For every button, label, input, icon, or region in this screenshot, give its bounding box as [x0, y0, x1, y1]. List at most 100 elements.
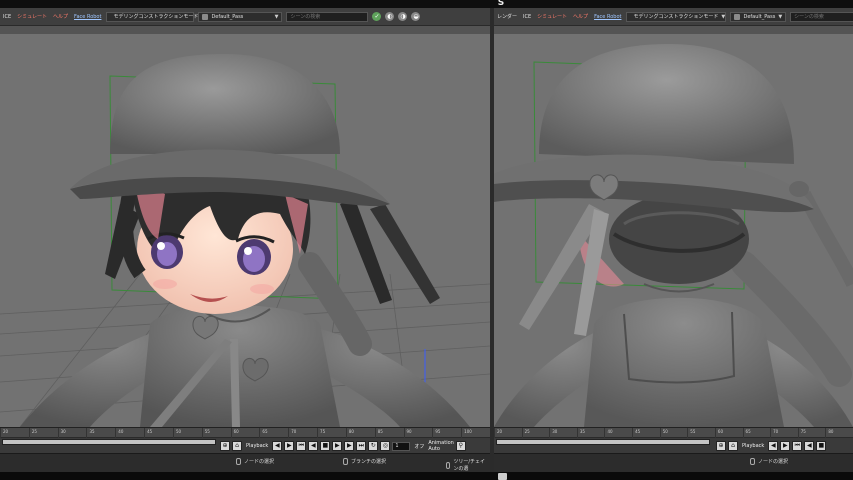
- status-middle-text: ブランチの選択: [351, 459, 387, 465]
- chevron-down-icon: ▼: [721, 13, 726, 20]
- timeline-tick: 75: [317, 428, 325, 438]
- mode-dropdown-value: モデリングコンストラクションモード: [633, 14, 719, 20]
- right-3d-viewport[interactable]: [494, 34, 853, 427]
- fast-forward-icon[interactable]: ⏭: [356, 441, 367, 451]
- status-right-click: ツリー/チェインの選: [446, 458, 490, 472]
- left-timeline[interactable]: 20 25 30 35 40 45 50 55 60 65 70 75 80 85 90 95 100 ⊕ ⌂ …: [0, 427, 490, 453]
- timeline-tick: 20: [0, 428, 8, 438]
- step-back-icon[interactable]: ◀: [308, 441, 319, 451]
- pass-dropdown[interactable]: Default_Pass ▼: [198, 11, 283, 22]
- left-timeline-ruler[interactable]: 20 25 30 35 40 45 50 55 60 65 70 75 80 85 90 95 100: [0, 428, 490, 438]
- stop-icon[interactable]: ■: [816, 441, 827, 451]
- timeline-tick-label: 75: [320, 429, 326, 434]
- status-middle-click: ブランチの選択: [343, 458, 386, 465]
- timeline-tick-label: 20: [3, 429, 9, 434]
- chevron-down-icon: ▼: [274, 13, 279, 20]
- pass-icon: [734, 13, 741, 20]
- timeline-tick: 45: [632, 428, 640, 438]
- timeline-tick-label: 95: [435, 429, 441, 434]
- timeline-tick-label: 60: [233, 429, 239, 434]
- status-left-click: ノードの選択: [750, 458, 788, 465]
- menu-item-ice[interactable]: ICE: [522, 14, 532, 20]
- timeline-tick: 35: [576, 428, 585, 438]
- animation-key-icon[interactable]: ⚲: [455, 441, 466, 451]
- rewind-icon[interactable]: ⏮: [296, 441, 307, 451]
- timeline-tick-label: 70: [773, 429, 779, 434]
- mode-dropdown[interactable]: モデリングコンストラクションモード ▼: [626, 11, 727, 22]
- snap-icon[interactable]: ⊕: [716, 441, 726, 451]
- frame-field[interactable]: 1: [392, 441, 411, 451]
- right-playback-controls: ⊕ ⌂ Playback ◀ ▶ ⏮ ◀ ■: [716, 438, 827, 454]
- scene-search-input[interactable]: [790, 11, 853, 22]
- key-icon[interactable]: ⌂: [728, 441, 738, 451]
- right-viewport-pane: レンダー ICE シミュレート ヘルプ Face Robot モデリングコンスト…: [494, 8, 853, 472]
- timeline-tick-label: 90: [406, 429, 412, 434]
- menu-item-simulate[interactable]: シミュレート: [16, 13, 48, 20]
- timeline-scrub-bar[interactable]: [2, 439, 216, 445]
- mouse-icon: [236, 458, 241, 465]
- menu-item-help[interactable]: ヘルプ: [572, 13, 589, 20]
- timeline-tick-label: 45: [635, 429, 641, 434]
- menu-item-help[interactable]: ヘルプ: [52, 13, 69, 20]
- play-icon[interactable]: ▶: [332, 441, 343, 451]
- step-back-icon[interactable]: ◀: [804, 441, 815, 451]
- rewind-icon[interactable]: ⏮: [792, 441, 803, 451]
- timeline-tick: 80: [345, 428, 354, 438]
- frame-suffix: オフ: [414, 443, 425, 450]
- prev-key-icon[interactable]: ◀: [768, 441, 779, 451]
- mouse-icon: [343, 458, 348, 465]
- timeline-tick: 20: [494, 428, 502, 438]
- timeline-tick: 50: [172, 428, 181, 438]
- menu-item-face-robot[interactable]: Face Robot: [73, 14, 102, 20]
- timeline-tick: 60: [714, 428, 723, 438]
- menu-item-render[interactable]: レンダー: [496, 13, 518, 20]
- auto-label[interactable]: Auto: [428, 446, 454, 452]
- right-timeline-ruler[interactable]: 20 25 30 35 40 45 50 55 60 65 70 75 80: [494, 428, 853, 438]
- right-statusbar: ノードの選択: [494, 453, 853, 472]
- timeline-tick: 25: [28, 428, 37, 438]
- stop-icon[interactable]: ■: [320, 441, 331, 451]
- left-playback-controls: ⊕ ⌂ Playback ◀ ▶ ⏮ ◀ ■ ▶ ▶ ⏭ ↻ ◎ 1 オフ An…: [220, 438, 466, 454]
- scene-search-input[interactable]: [286, 11, 369, 22]
- next-key-icon[interactable]: ▶: [780, 441, 791, 451]
- timeline-tick-label: 65: [745, 429, 751, 434]
- left-viewport-render: [0, 34, 490, 428]
- mode-dropdown[interactable]: モデリングコンストラクションモード ▼: [106, 11, 205, 22]
- status-left-click: ノードの選択: [236, 458, 274, 465]
- snap-icon[interactable]: ◒: [411, 12, 421, 21]
- snap-icon[interactable]: ⊕: [220, 441, 230, 451]
- timeline-tick-label: 60: [717, 429, 724, 434]
- menu-item-ice[interactable]: ICE: [2, 14, 12, 20]
- taskbar-icon[interactable]: [498, 473, 507, 480]
- record-icon[interactable]: ◎: [380, 441, 391, 451]
- lock-icon[interactable]: ◑: [398, 12, 408, 21]
- timeline-tick-label: 55: [204, 429, 210, 434]
- timeline-tick-label: 65: [262, 429, 268, 434]
- prev-key-icon[interactable]: ◀: [272, 441, 283, 451]
- timeline-tick: 80: [825, 428, 833, 438]
- step-forward-icon[interactable]: ▶: [344, 441, 355, 451]
- animation-group: Animation Auto: [428, 440, 454, 452]
- menu-item-face-robot[interactable]: Face Robot: [593, 14, 622, 20]
- top-system-bar: S: [0, 0, 853, 8]
- timeline-tick-label: 100: [464, 429, 472, 434]
- loop-icon[interactable]: ↻: [368, 441, 379, 451]
- menu-item-simulate[interactable]: シミュレート: [536, 13, 568, 20]
- timeline-tick-label: 70: [291, 429, 297, 434]
- timeline-tick: 90: [403, 428, 412, 438]
- next-key-icon[interactable]: ▶: [284, 441, 295, 451]
- magnet-icon[interactable]: ◐: [385, 12, 395, 21]
- status-right-text: ツリー/チェインの選: [453, 459, 486, 472]
- timeline-tick-label: 25: [524, 429, 530, 434]
- key-icon[interactable]: ⌂: [232, 441, 242, 451]
- pass-dropdown[interactable]: Default_Pass ▼: [730, 11, 787, 22]
- timeline-scrub-bar[interactable]: [496, 439, 710, 445]
- left-3d-viewport[interactable]: [0, 34, 490, 428]
- green-check-icon[interactable]: ✓: [372, 12, 382, 21]
- left-viewport-pane: ICE シミュレート ヘルプ Face Robot モデリングコンストラクション…: [0, 8, 490, 472]
- right-timeline[interactable]: 20 25 30 35 40 45 50 55 60 65 70 75 80 ⊕ ⌂ Playback …: [494, 427, 853, 453]
- timeline-tick: 85: [374, 428, 383, 438]
- playback-label: Playback: [246, 443, 269, 449]
- timeline-tick: 35: [86, 428, 95, 438]
- chevron-down-icon: ▼: [778, 13, 783, 20]
